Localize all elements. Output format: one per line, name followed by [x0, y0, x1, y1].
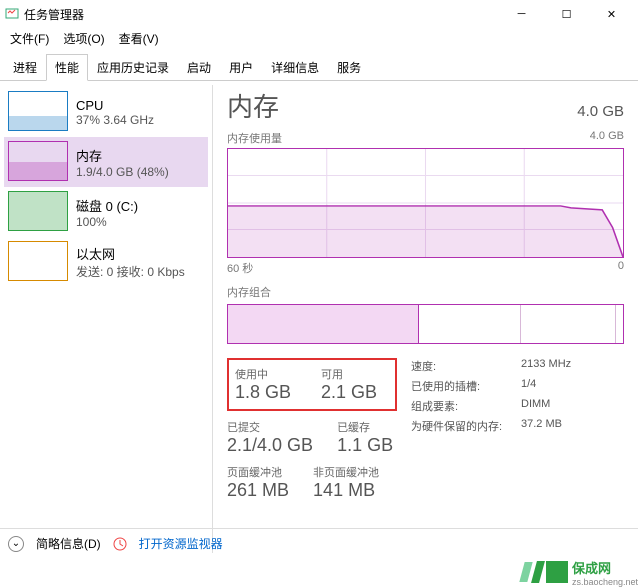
disk-label: 磁盘 0 (C:) [76, 196, 138, 215]
watermark-url: zs.baocheng.net [572, 577, 638, 587]
used-label: 使用中 [235, 366, 291, 382]
total-memory: 4.0 GB [577, 103, 624, 120]
maximize-button[interactable]: ☐ [544, 0, 589, 28]
chart-time: 60 秒 [227, 260, 253, 276]
menu-file[interactable]: 文件(F) [4, 28, 55, 50]
sidebar-item-ethernet[interactable]: 以太网发送: 0 接收: 0 Kbps [4, 237, 208, 287]
mem-sub: 1.9/4.0 GB (48%) [76, 165, 169, 179]
chevron-down-icon[interactable]: ⌄ [8, 536, 24, 552]
specs: 速度:2133 MHz 已使用的插槽:1/4 组成要素:DIMM 为硬件保留的内… [411, 358, 571, 501]
tab-history[interactable]: 应用历史记录 [88, 54, 178, 81]
paged-value: 261 MB [227, 480, 289, 501]
tab-bar: 进程 性能 应用历史记录 启动 用户 详细信息 服务 [0, 50, 638, 81]
tab-details[interactable]: 详细信息 [262, 54, 328, 81]
watermark-brand: 保成网 [572, 558, 638, 577]
cpu-thumb [8, 91, 68, 131]
cached-value: 1.1 GB [337, 435, 393, 456]
app-icon [4, 6, 20, 22]
sidebar-item-memory[interactable]: 内存1.9/4.0 GB (48%) [4, 137, 208, 187]
disk-thumb [8, 191, 68, 231]
committed-value: 2.1/4.0 GB [227, 435, 313, 456]
window-title: 任务管理器 [24, 6, 499, 23]
tab-performance[interactable]: 性能 [46, 54, 88, 81]
sidebar-item-cpu[interactable]: CPU37% 3.64 GHz [4, 87, 208, 137]
tab-startup[interactable]: 启动 [178, 54, 220, 81]
spec-speed-k: 速度: [411, 358, 521, 374]
close-button[interactable]: ✕ [589, 0, 634, 28]
sidebar-item-disk[interactable]: 磁盘 0 (C:)100% [4, 187, 208, 237]
mem-label: 内存 [76, 146, 169, 165]
main-panel: 内存 4.0 GB 内存使用量 4.0 GB 60 秒 0 内存组合 使用中1.8 … [213, 81, 638, 557]
tab-services[interactable]: 服务 [328, 54, 370, 81]
spec-reserved-v: 37.2 MB [521, 418, 562, 434]
page-title: 内存 [227, 87, 279, 124]
chart-zero: 0 [618, 260, 624, 276]
disk-sub: 100% [76, 215, 138, 229]
brief-info-link[interactable]: 简略信息(D) [36, 535, 101, 552]
memory-usage-chart [227, 148, 624, 258]
avail-label: 可用 [321, 366, 377, 382]
spec-slots-v: 1/4 [521, 378, 536, 394]
open-monitor-link[interactable]: 打开资源监视器 [139, 535, 223, 552]
cpu-label: CPU [76, 98, 154, 113]
tab-processes[interactable]: 进程 [4, 54, 46, 81]
eth-sub: 发送: 0 接收: 0 Kbps [76, 263, 185, 280]
menu-view[interactable]: 查看(V) [113, 28, 165, 50]
memory-composition-chart [227, 304, 624, 344]
combo-label: 内存组合 [227, 284, 271, 300]
cpu-sub: 37% 3.64 GHz [76, 113, 154, 127]
spec-form-v: DIMM [521, 398, 550, 414]
spec-form-k: 组成要素: [411, 398, 521, 414]
usage-max: 4.0 GB [590, 130, 624, 146]
spec-reserved-k: 为硬件保留的内存: [411, 418, 521, 434]
mem-thumb [8, 141, 68, 181]
avail-value: 2.1 GB [321, 382, 377, 403]
tab-users[interactable]: 用户 [220, 54, 262, 81]
eth-label: 以太网 [76, 244, 185, 263]
highlight-box: 使用中1.8 GB 可用2.1 GB [227, 358, 397, 411]
used-value: 1.8 GB [235, 382, 291, 403]
committed-label: 已提交 [227, 419, 313, 435]
spec-slots-k: 已使用的插槽: [411, 378, 521, 394]
nonpaged-label: 非页面缓冲池 [313, 464, 379, 480]
sidebar: CPU37% 3.64 GHz 内存1.9/4.0 GB (48%) 磁盘 0 … [0, 81, 212, 557]
cached-label: 已缓存 [337, 419, 393, 435]
paged-label: 页面缓冲池 [227, 464, 289, 480]
usage-label: 内存使用量 [227, 130, 282, 146]
nonpaged-value: 141 MB [313, 480, 379, 501]
watermark: 保成网 zs.baocheng.net [522, 558, 638, 586]
spec-speed-v: 2133 MHz [521, 358, 571, 374]
menu-options[interactable]: 选项(O) [57, 28, 110, 50]
monitor-icon [113, 537, 127, 551]
minimize-button[interactable]: ─ [499, 0, 544, 28]
eth-thumb [8, 241, 68, 281]
